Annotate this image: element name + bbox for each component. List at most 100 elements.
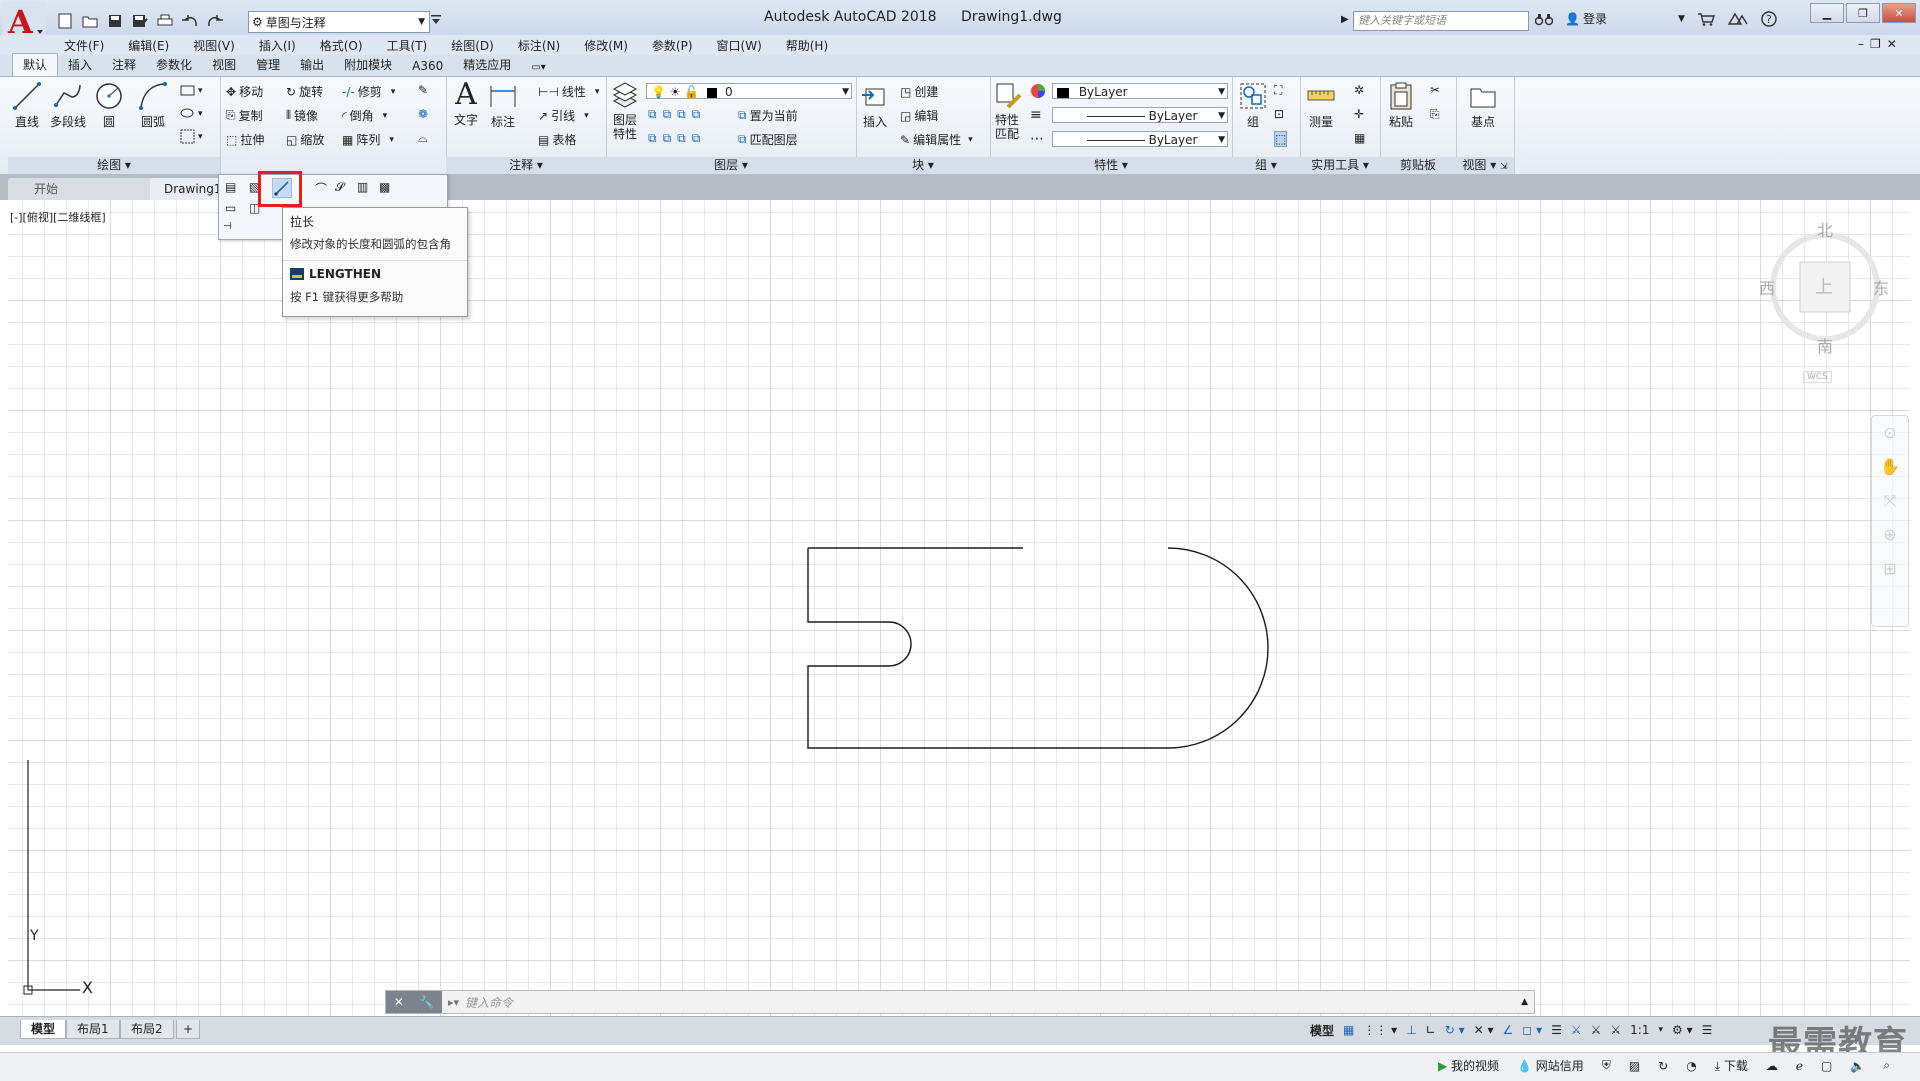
edit-hatch-icon[interactable]: ▤ bbox=[225, 180, 236, 194]
erase-button[interactable]: ✎ bbox=[418, 83, 428, 97]
match-layer-button[interactable]: ⧉ 匹配图层 bbox=[738, 131, 798, 148]
menu-view[interactable]: 视图(V) bbox=[181, 37, 247, 54]
my-video-button[interactable]: ▶ 我的视频 bbox=[1438, 1057, 1499, 1074]
menu-help[interactable]: 帮助(H) bbox=[774, 37, 840, 54]
match-properties-button[interactable]: 特性匹配 bbox=[994, 81, 1024, 141]
menu-file[interactable]: 文件(F) bbox=[52, 37, 116, 54]
tab-default[interactable]: 默认 bbox=[12, 53, 59, 76]
draworder-icon[interactable]: ▭ bbox=[225, 201, 236, 215]
rotate-button[interactable]: ↻ 旋转 bbox=[286, 83, 323, 100]
speaker-icon[interactable]: 🔈 bbox=[1850, 1059, 1865, 1073]
ungroup-icon[interactable]: ⛶ bbox=[1274, 83, 1282, 98]
snap-icon[interactable]: ⋮⋮ ▾ bbox=[1363, 1023, 1397, 1037]
circle-button[interactable]: 圆 bbox=[94, 81, 124, 130]
group-button[interactable]: 组 bbox=[1238, 81, 1268, 130]
layer-tool-row-1[interactable]: ⧉⧉⧉⧉ bbox=[648, 107, 706, 122]
tab-layout1[interactable]: 布局1 bbox=[66, 1020, 120, 1039]
menu-insert[interactable]: 插入(I) bbox=[247, 37, 308, 54]
set-current-button[interactable]: ⧉ 置为当前 bbox=[738, 107, 798, 124]
hatch-button[interactable]: ▾ bbox=[180, 106, 203, 121]
menu-edit[interactable]: 编辑(E) bbox=[116, 37, 181, 54]
offset-button[interactable]: ⌓ bbox=[418, 131, 428, 146]
refresh-icon[interactable]: ↻ bbox=[1658, 1059, 1668, 1073]
menu-format[interactable]: 格式(O) bbox=[308, 37, 375, 54]
arc-button[interactable]: 圆弧 bbox=[138, 81, 168, 130]
customize-icon[interactable]: ☰ bbox=[1702, 1023, 1713, 1037]
clipboard-panel-title[interactable]: 剪贴板 bbox=[1380, 157, 1456, 174]
menu-dimension[interactable]: 标注(N) bbox=[506, 37, 572, 54]
explode-button[interactable]: ❁ bbox=[418, 107, 428, 121]
viewcube-south[interactable]: 南 bbox=[1817, 333, 1833, 357]
menu-draw[interactable]: 绘图(D) bbox=[439, 37, 506, 54]
quick-select-icon[interactable]: ✲ bbox=[1354, 83, 1364, 97]
create-block-button[interactable]: ◳ 创建 bbox=[900, 83, 938, 100]
copy-button[interactable]: ⎘ 复制 bbox=[226, 107, 263, 124]
model-space-button[interactable]: 模型 bbox=[1310, 1022, 1334, 1039]
shield-icon[interactable]: ⛨ bbox=[1602, 1058, 1611, 1073]
menu-tools[interactable]: 工具(T) bbox=[375, 37, 440, 54]
polyline-button[interactable]: 多段线 bbox=[50, 81, 86, 130]
new-icon[interactable] bbox=[56, 12, 74, 30]
tab-output[interactable]: 输出 bbox=[290, 54, 334, 76]
window-icon[interactable]: ▢ bbox=[1821, 1059, 1832, 1073]
isodraft-icon[interactable]: ✕ ▾ bbox=[1474, 1023, 1494, 1037]
add-layout-button[interactable]: + bbox=[176, 1020, 201, 1039]
minimize-button[interactable]: ▁ bbox=[1810, 3, 1844, 23]
pin-icon[interactable]: ⊣ bbox=[223, 221, 232, 232]
tab-insert[interactable]: 插入 bbox=[58, 54, 102, 76]
wcs-menu[interactable]: WCS bbox=[1803, 371, 1832, 383]
tab-annotate[interactable]: 注释 bbox=[102, 54, 146, 76]
undo-icon[interactable] bbox=[181, 12, 199, 30]
object-snap-icon[interactable]: ◻ ▾ bbox=[1522, 1023, 1542, 1037]
search-expand-icon[interactable]: ▶ bbox=[1341, 14, 1349, 25]
tab-a360[interactable]: A360 bbox=[402, 57, 453, 76]
tab-layout2[interactable]: 布局2 bbox=[120, 1020, 174, 1039]
doc-window-controls[interactable]: –❐✕ bbox=[1858, 37, 1903, 51]
object-snap-tracking-icon[interactable]: ∠ bbox=[1503, 1023, 1514, 1037]
binoculars-icon[interactable] bbox=[1535, 12, 1553, 26]
reverse-icon[interactable]: ▥ bbox=[357, 180, 368, 194]
lineweight-dropdown[interactable]: ByLayer ▼ bbox=[1052, 131, 1228, 147]
viewcube-west[interactable]: 西 bbox=[1759, 275, 1775, 299]
lineweight-icon[interactable]: ≡ bbox=[1030, 107, 1042, 123]
maximize-button[interactable]: ❐ bbox=[1846, 3, 1880, 23]
table-button[interactable]: ▤ 表格 bbox=[538, 131, 576, 148]
group-edit-icon[interactable]: ⊡ bbox=[1274, 107, 1284, 121]
close-button[interactable]: ✕ bbox=[1882, 3, 1916, 23]
viewcube-north[interactable]: 北 bbox=[1817, 217, 1833, 241]
speed-icon[interactable]: ◔ bbox=[1686, 1059, 1696, 1073]
annotation-visibility-icon[interactable]: ⚔ bbox=[1591, 1023, 1602, 1037]
cloud-icon[interactable]: ☁ bbox=[1766, 1059, 1778, 1073]
layer-tool-row-2[interactable]: ⧉⧉⧉⧉ bbox=[648, 131, 706, 146]
chevron-up-icon[interactable]: ▲ bbox=[1521, 997, 1528, 1007]
help-icon[interactable]: ? bbox=[1761, 10, 1777, 27]
blend-icon[interactable]: 𝓢 bbox=[335, 180, 344, 195]
line-button[interactable]: 直线 bbox=[12, 81, 42, 130]
open-icon[interactable] bbox=[81, 12, 99, 30]
edit-block-button[interactable]: ◲ 编辑 bbox=[900, 107, 938, 124]
login-button[interactable]: 👤 登录 ▼ bbox=[1565, 10, 1685, 27]
annotation-panel-title[interactable]: 注释 ▾ bbox=[446, 157, 606, 174]
redo-icon[interactable] bbox=[206, 12, 224, 30]
mirror-button[interactable]: ⫴ 镜像 bbox=[286, 107, 318, 124]
stretch-button[interactable]: ⬚ 拉伸 bbox=[226, 131, 264, 148]
leader-button[interactable]: ↗ 引线 ▾ bbox=[538, 107, 589, 124]
save-icon[interactable] bbox=[106, 12, 124, 30]
customize-qa-icon[interactable] bbox=[430, 13, 442, 27]
settings-gear-icon[interactable]: ⚙ ▾ bbox=[1672, 1023, 1693, 1037]
image-icon[interactable]: ▨ bbox=[1629, 1059, 1640, 1073]
layer-properties-button[interactable]: 图层特性 bbox=[608, 81, 642, 141]
draw-panel-title[interactable]: 绘图 ▾ bbox=[8, 157, 220, 174]
array-button[interactable]: ▦ 阵列 ▾ bbox=[342, 131, 394, 148]
tab-featured-apps[interactable]: 精选应用 bbox=[453, 54, 521, 76]
annotation-scale-icon[interactable]: ⚔ bbox=[1610, 1023, 1621, 1037]
drawing-canvas[interactable] bbox=[8, 200, 1910, 1016]
overkill-icon[interactable]: ▩ bbox=[379, 180, 390, 194]
groups-panel-title[interactable]: 组 ▾ bbox=[1232, 157, 1300, 174]
site-credit-button[interactable]: 💧 网站信用 bbox=[1517, 1057, 1584, 1074]
tab-model[interactable]: 模型 bbox=[20, 1020, 67, 1039]
calculator-icon[interactable]: ▦ bbox=[1354, 131, 1365, 145]
dimension-button[interactable]: 标注 bbox=[488, 81, 518, 130]
polar-icon[interactable]: ↻ ▾ bbox=[1445, 1023, 1465, 1037]
close-cmdline-icon[interactable]: ✕ bbox=[394, 995, 404, 1009]
